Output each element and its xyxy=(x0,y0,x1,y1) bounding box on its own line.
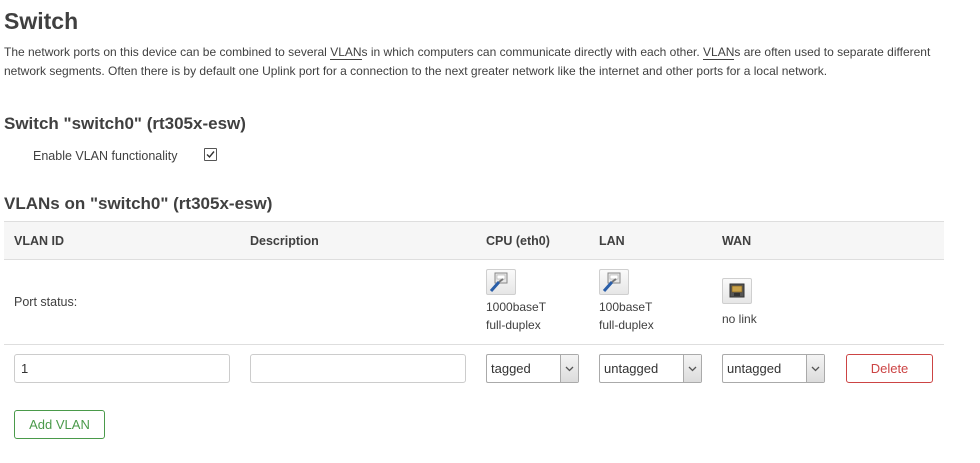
port-status-wan: no link xyxy=(722,278,757,328)
column-header-cpu: CPU (eth0) xyxy=(486,234,550,248)
lan-link-speed: 100baseT xyxy=(599,300,653,314)
lan-port-select-value: untagged xyxy=(604,361,659,376)
chevron-down-icon xyxy=(806,355,824,382)
wan-link-status: no link xyxy=(722,312,757,326)
vlan-abbr: VLAN xyxy=(703,45,735,60)
page-title: Switch xyxy=(4,8,79,34)
cpu-port-select-value: tagged xyxy=(491,361,531,376)
vlan-row: 1 tagged untagged untagged Delete xyxy=(4,345,944,395)
ethernet-disconnected-icon xyxy=(722,278,752,304)
port-status-row: Port status: 1000baseT full-duplex 100ba… xyxy=(4,260,944,345)
wan-port-select[interactable]: untagged xyxy=(722,354,825,383)
cpu-link-duplex: full-duplex xyxy=(486,318,541,332)
cpu-port-select[interactable]: tagged xyxy=(486,354,579,383)
ethernet-connected-icon xyxy=(599,269,629,295)
lan-port-select[interactable]: untagged xyxy=(599,354,702,383)
vlan-functionality-checkbox[interactable] xyxy=(204,148,217,161)
vlan-table-header: VLAN ID Description CPU (eth0) LAN WAN xyxy=(4,221,944,260)
column-header-vlan-id: VLAN ID xyxy=(14,234,64,248)
page-description: The network ports on this device can be … xyxy=(4,45,931,78)
cpu-link-speed: 1000baseT xyxy=(486,300,547,314)
vlan-abbr: VLAN xyxy=(330,45,362,60)
column-header-lan: LAN xyxy=(599,234,625,248)
delete-vlan-button[interactable]: Delete xyxy=(846,354,933,383)
port-status-cpu: 1000baseT full-duplex xyxy=(486,269,546,334)
vlan-description-input[interactable] xyxy=(250,354,466,383)
chevron-down-icon xyxy=(683,355,701,382)
check-icon xyxy=(206,151,215,159)
vlans-heading: VLANs on "switch0" (rt305x-esw) xyxy=(4,194,273,213)
wan-port-select-value: untagged xyxy=(727,361,782,376)
chevron-down-icon xyxy=(560,355,578,382)
lan-link-duplex: full-duplex xyxy=(599,318,654,332)
switch-heading: Switch "switch0" (rt305x-esw) xyxy=(4,114,246,133)
vlan-id-input[interactable]: 1 xyxy=(14,354,230,383)
ethernet-connected-icon xyxy=(486,269,516,295)
vlan-functionality-label: Enable VLAN functionality xyxy=(33,149,178,163)
port-status-lan: 100baseT full-duplex xyxy=(599,269,654,334)
column-header-wan: WAN xyxy=(722,234,752,248)
port-status-label: Port status: xyxy=(14,295,78,309)
add-vlan-button[interactable]: Add VLAN xyxy=(14,410,105,439)
column-header-description: Description xyxy=(250,234,319,248)
